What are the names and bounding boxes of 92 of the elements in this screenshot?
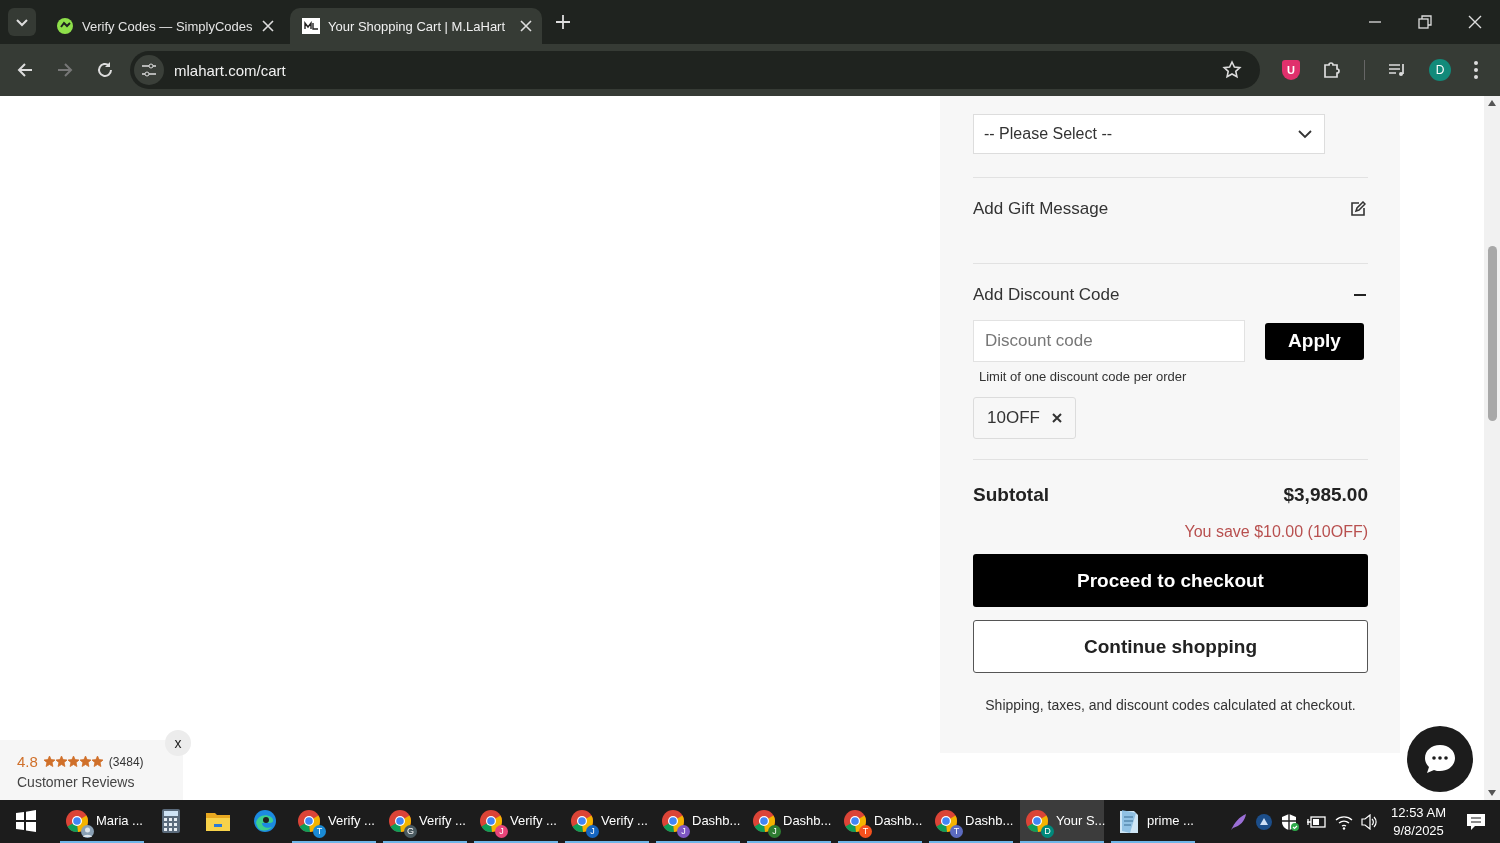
address-bar[interactable]: mlahart.com/cart bbox=[130, 51, 1260, 89]
savings-text: You save $10.00 (10OFF) bbox=[1184, 523, 1368, 541]
tab-list-icon[interactable] bbox=[8, 8, 36, 36]
profile-badge: J bbox=[677, 824, 690, 838]
taskbar-button[interactable]: J Verify ... bbox=[565, 800, 649, 843]
calculator-icon bbox=[159, 808, 183, 833]
browser-icon bbox=[843, 808, 867, 833]
close-icon[interactable] bbox=[262, 20, 274, 32]
profile-badge: J bbox=[495, 824, 508, 838]
discount-code-field[interactable]: Discount code bbox=[973, 320, 1245, 362]
close-icon[interactable] bbox=[520, 20, 532, 32]
reload-icon[interactable] bbox=[96, 61, 114, 79]
chevron-down-icon bbox=[1298, 129, 1312, 139]
review-count: (3484) bbox=[108, 754, 144, 769]
bookmark-star-icon[interactable] bbox=[1222, 60, 1242, 80]
notification-icon[interactable] bbox=[1466, 812, 1486, 831]
browser-tab[interactable]: Your Shopping Cart | M.LaHart bbox=[290, 8, 542, 44]
chat-bubble-icon[interactable] bbox=[1407, 726, 1473, 792]
close-button[interactable]: x bbox=[165, 730, 191, 756]
tray-app-icon[interactable] bbox=[1255, 812, 1274, 831]
apply-button[interactable]: Apply bbox=[1265, 322, 1364, 360]
rating-value: 4.8 bbox=[17, 753, 38, 770]
profile-badge: D bbox=[1041, 824, 1054, 838]
site-settings-icon[interactable] bbox=[134, 55, 164, 85]
checkout-button[interactable]: Proceed to checkout bbox=[973, 554, 1368, 607]
profile-badge: G bbox=[404, 824, 417, 838]
profile-badge: J bbox=[586, 824, 599, 838]
browser-icon bbox=[65, 808, 89, 833]
subtotal-label: Subtotal bbox=[973, 484, 1049, 506]
browser-icon bbox=[388, 808, 412, 833]
edit-icon[interactable] bbox=[1350, 201, 1366, 217]
scroll-down-icon[interactable] bbox=[1488, 790, 1496, 796]
taskbar-button[interactable]: G Verify ... bbox=[383, 800, 467, 843]
taskbar-button[interactable]: prime ... bbox=[1111, 800, 1195, 843]
restore-icon[interactable] bbox=[1418, 15, 1432, 29]
discount-hint: Limit of one discount code per order bbox=[979, 369, 1188, 384]
browser-icon bbox=[1025, 808, 1049, 833]
taskbar-button[interactable]: Maria ... bbox=[60, 800, 144, 843]
profile-badge: T bbox=[313, 824, 326, 838]
browser-icon bbox=[752, 808, 776, 833]
feather-icon[interactable] bbox=[1229, 812, 1248, 831]
profile-badge: T bbox=[950, 824, 963, 838]
checkout-note: Shipping, taxes, and discount codes calculated at checkout. bbox=[984, 697, 1357, 713]
menu-icon[interactable] bbox=[1473, 60, 1479, 80]
windows-logo-icon bbox=[16, 809, 36, 832]
star-icon bbox=[79, 756, 91, 767]
profile-avatar[interactable]: D bbox=[1429, 59, 1451, 81]
star-icon bbox=[55, 756, 67, 767]
forward-icon bbox=[56, 61, 74, 79]
star-icon bbox=[91, 756, 103, 767]
avatar-icon bbox=[81, 824, 94, 838]
extension-shield[interactable]: U bbox=[1282, 60, 1300, 80]
profile-badge: T bbox=[859, 824, 872, 838]
continue-shopping-button[interactable]: Continue shopping bbox=[973, 620, 1368, 673]
scroll-up-icon[interactable] bbox=[1488, 100, 1496, 106]
scrollbar[interactable] bbox=[1484, 96, 1500, 800]
browser-tab[interactable]: Verify Codes — SimplyCodes bbox=[44, 8, 284, 44]
browser-icon bbox=[934, 808, 958, 833]
applied-code: 10OFF bbox=[987, 408, 1040, 428]
taskbar-button[interactable]: T Dashb... bbox=[929, 800, 1013, 843]
browser-icon bbox=[570, 808, 594, 833]
browser-icon bbox=[661, 808, 685, 833]
discount-code-toggle[interactable]: Add Discount Code bbox=[973, 285, 1120, 305]
taskbar-button[interactable]: D Your S... bbox=[1020, 800, 1104, 843]
taskbar-button[interactable]: J Verify ... bbox=[474, 800, 558, 843]
gift-message-link[interactable]: Add Gift Message bbox=[973, 199, 1109, 219]
star-icon bbox=[67, 756, 79, 767]
profile-badge: J bbox=[768, 824, 781, 838]
battery-icon[interactable] bbox=[1307, 814, 1328, 829]
security-shield-icon[interactable] bbox=[1281, 812, 1300, 831]
wifi-icon[interactable] bbox=[1335, 813, 1354, 830]
close-icon[interactable] bbox=[1468, 15, 1482, 29]
extensions-icon[interactable] bbox=[1322, 60, 1342, 80]
scrollbar-thumb[interactable] bbox=[1487, 246, 1497, 421]
volume-icon[interactable] bbox=[1361, 813, 1380, 830]
favicon bbox=[56, 17, 74, 35]
new-tab-icon[interactable] bbox=[556, 15, 570, 29]
edge-browser-icon bbox=[253, 808, 277, 833]
reviews-label: Customer Reviews bbox=[17, 774, 136, 790]
clock[interactable]: 12:53 AM 9/8/2025 bbox=[1391, 803, 1446, 840]
taskbar-button[interactable]: T Dashb... bbox=[838, 800, 922, 843]
favicon bbox=[302, 17, 320, 35]
browser-icon bbox=[297, 808, 321, 833]
browser-icon bbox=[479, 808, 503, 833]
taskbar-button[interactable]: J Dashb... bbox=[747, 800, 831, 843]
taskbar-button[interactable]: T Verify ... bbox=[292, 800, 376, 843]
taskbar-button[interactable]: J Dashb... bbox=[656, 800, 740, 843]
hear-about-select[interactable]: -- Please Select -- bbox=[973, 114, 1325, 154]
back-icon[interactable] bbox=[16, 61, 34, 79]
star-icon bbox=[43, 756, 55, 767]
remove-icon[interactable] bbox=[1051, 413, 1062, 423]
subtotal-amount: $3,985.00 bbox=[1283, 484, 1368, 506]
